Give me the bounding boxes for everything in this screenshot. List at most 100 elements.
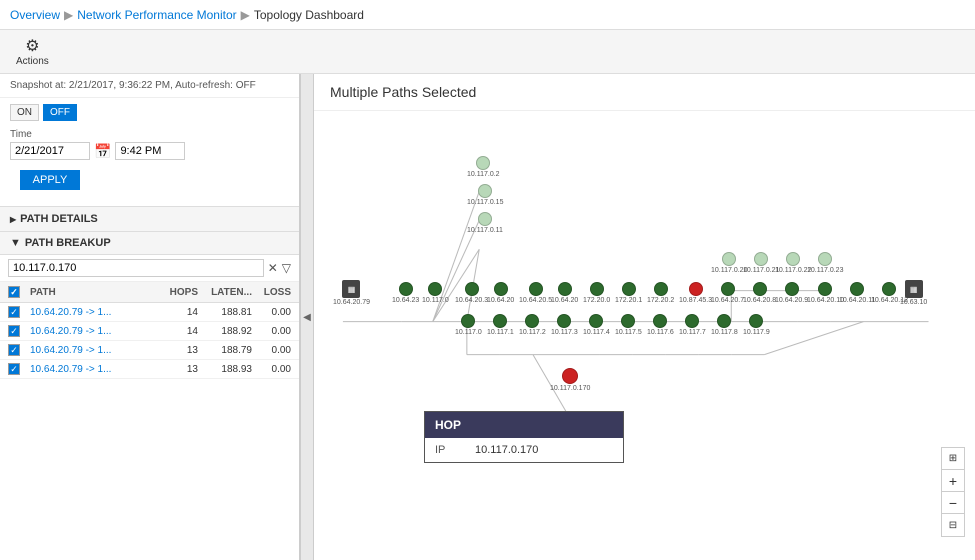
zoom-grid-icon[interactable]: ⊞: [942, 448, 964, 470]
node-m5[interactable]: 10.64.20.5: [519, 282, 552, 304]
node-n2[interactable]: 10.117.0.15: [467, 184, 503, 206]
node-m2[interactable]: 10.117.0: [422, 282, 449, 304]
collapse-icon: ◀: [303, 312, 311, 323]
node-b6[interactable]: 10.117.5: [615, 314, 642, 336]
header-latency: LATEN...: [202, 287, 252, 298]
actions-label: Actions: [16, 56, 49, 67]
hop-tooltip-row: IP 10.117.0.170: [435, 444, 613, 456]
toggle-off-button[interactable]: OFF: [43, 104, 77, 121]
node-m15[interactable]: 10.64.20.12: [871, 282, 908, 304]
row-loss-3: 0.00: [256, 364, 291, 375]
path-breakup-label: PATH BREAKUP: [25, 237, 111, 249]
breadcrumb-sep1: ▶: [64, 8, 73, 22]
node-b3[interactable]: 10.117.2: [519, 314, 546, 336]
node-src[interactable]: ▦ 10.64.20.79: [333, 280, 370, 306]
path-details-arrow: ▶: [10, 215, 16, 224]
node-lg1[interactable]: 10.117.0.20: [711, 252, 747, 274]
node-m12[interactable]: 10.64.20.9: [775, 282, 808, 304]
node-m14[interactable]: 10.64.20.11: [839, 282, 875, 304]
node-m4[interactable]: 10.64.20: [487, 282, 514, 304]
node-b2[interactable]: 10.117.1: [487, 314, 514, 336]
hop-tooltip-header: HOP: [425, 412, 623, 438]
path-table: 10.64.20.79 -> 1... 14 188.81 0.00 10.64…: [0, 303, 299, 560]
row-latency-3: 188.93: [202, 364, 252, 375]
header-hops: HOPS: [163, 287, 198, 298]
zoom-fit-button[interactable]: ⊟: [942, 514, 964, 536]
apply-button[interactable]: APPLY: [20, 170, 80, 190]
node-b1[interactable]: 10.117.0: [455, 314, 482, 336]
row-latency-1: 188.92: [202, 326, 252, 337]
toggle-on-button[interactable]: ON: [10, 104, 39, 121]
topology-area[interactable]: ▦ 10.64.20.79 ▦ 10.63.10 10.117.0.2 10.1…: [314, 111, 975, 557]
actions-icon: ⚙: [25, 36, 39, 56]
node-m8[interactable]: 172.20.1: [615, 282, 642, 304]
node-b7[interactable]: 10.117.6: [647, 314, 674, 336]
row-hops-0: 14: [163, 307, 198, 318]
node-red1[interactable]: 10.87.45.3: [679, 282, 712, 304]
node-b10[interactable]: 10.117.9: [743, 314, 770, 336]
row-path-3: 10.64.20.79 -> 1...: [30, 364, 159, 375]
snapshot-text: Snapshot at: 2/21/2017, 9:36:22 PM, Auto…: [10, 80, 256, 91]
row-hops-2: 13: [163, 345, 198, 356]
actions-button[interactable]: ⚙ Actions: [10, 34, 55, 69]
calendar-icon[interactable]: 📅: [94, 143, 111, 160]
hop-tooltip-body: IP 10.117.0.170: [425, 438, 623, 462]
breadcrumb-sep2: ▶: [241, 8, 250, 22]
time-input[interactable]: [115, 142, 185, 160]
collapse-handle[interactable]: ◀: [300, 74, 314, 560]
clear-filter-icon[interactable]: ✕: [268, 261, 278, 275]
time-inputs: 📅: [10, 142, 289, 160]
row-hops-3: 13: [163, 364, 198, 375]
breadcrumb-monitor[interactable]: Network Performance Monitor: [77, 8, 236, 22]
breadcrumb-overview[interactable]: Overview: [10, 8, 60, 22]
main-layout: Snapshot at: 2/21/2017, 9:36:22 PM, Auto…: [0, 74, 975, 560]
node-b5[interactable]: 10.117.4: [583, 314, 610, 336]
node-lg4[interactable]: 10.117.0.23: [807, 252, 843, 274]
node-m7[interactable]: 172.20.0: [583, 282, 610, 304]
path-row[interactable]: 10.64.20.79 -> 1... 13 188.79 0.00: [0, 341, 299, 360]
node-b4[interactable]: 10.117.3: [551, 314, 578, 336]
node-n3[interactable]: 10.117.0.11: [467, 212, 503, 234]
left-panel: Snapshot at: 2/21/2017, 9:36:22 PM, Auto…: [0, 74, 300, 560]
node-m11[interactable]: 10.64.20.8: [743, 282, 776, 304]
node-m9[interactable]: 172.20.2: [647, 282, 674, 304]
node-m10[interactable]: 10.64.20.7: [711, 282, 744, 304]
filter-icon[interactable]: ▽: [282, 261, 291, 275]
row-checkbox-1[interactable]: [8, 325, 20, 337]
row-path-0: 10.64.20.79 -> 1...: [30, 307, 159, 318]
row-loss-2: 0.00: [256, 345, 291, 356]
path-row[interactable]: 10.64.20.79 -> 1... 14 188.81 0.00: [0, 303, 299, 322]
header-path: PATH: [30, 287, 159, 298]
path-table-header: PATH HOPS LATEN... LOSS: [0, 282, 299, 303]
filter-row: ✕ ▽: [0, 255, 299, 282]
node-n1[interactable]: 10.117.0.2: [467, 156, 500, 178]
path-breakup-header[interactable]: ▼ PATH BREAKUP: [0, 232, 299, 255]
zoom-out-button[interactable]: −: [942, 492, 964, 514]
node-lg2[interactable]: 10.117.0.21: [743, 252, 779, 274]
row-latency-2: 188.79: [202, 345, 252, 356]
date-input[interactable]: [10, 142, 90, 160]
row-checkbox-0[interactable]: [8, 306, 20, 318]
node-m6[interactable]: 10.64.20: [551, 282, 578, 304]
filter-input[interactable]: [8, 259, 264, 277]
path-row[interactable]: 10.64.20.79 -> 1... 14 188.92 0.00: [0, 322, 299, 341]
node-red2[interactable]: 10.117.0.170: [550, 368, 590, 392]
node-b8[interactable]: 10.117.7: [679, 314, 706, 336]
breadcrumb-dashboard: Topology Dashboard: [254, 8, 364, 22]
path-row[interactable]: 10.64.20.79 -> 1... 13 188.93 0.00: [0, 360, 299, 379]
hop-tooltip: HOP IP 10.117.0.170: [424, 411, 624, 463]
row-loss-0: 0.00: [256, 307, 291, 318]
breadcrumb: Overview ▶ Network Performance Monitor ▶…: [10, 8, 364, 22]
topology-svg: [314, 111, 975, 557]
row-checkbox-2[interactable]: [8, 344, 20, 356]
zoom-in-button[interactable]: +: [942, 470, 964, 492]
header-checkbox[interactable]: [8, 286, 20, 298]
row-checkbox-3[interactable]: [8, 363, 20, 375]
path-details-header[interactable]: ▶ PATH DETAILS: [0, 206, 299, 232]
node-m3[interactable]: 10.64.20.3: [455, 282, 488, 304]
node-lg3[interactable]: 10.117.0.22: [775, 252, 811, 274]
node-m1[interactable]: 10.64.23: [392, 282, 419, 304]
header-loss: LOSS: [256, 287, 291, 298]
right-panel: Multiple Paths Selected ▦ 10.64.20.79 ▦ …: [314, 74, 975, 560]
node-b9[interactable]: 10.117.8: [711, 314, 738, 336]
